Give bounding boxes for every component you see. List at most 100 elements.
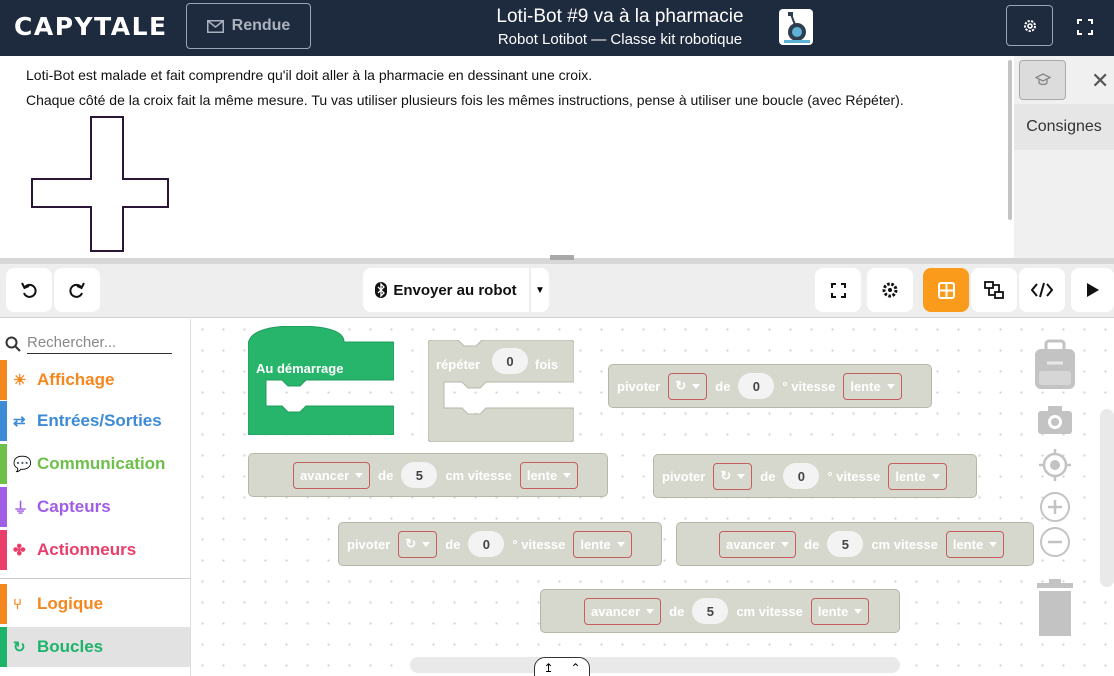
tab-consignes[interactable]: Consignes xyxy=(1014,104,1114,150)
move-forward-block[interactable]: avancer de 5 cm vitesse lente xyxy=(676,522,1034,566)
flow-view-button[interactable] xyxy=(971,268,1017,312)
move-direction-dropdown[interactable]: avancer xyxy=(584,597,662,625)
distance-input[interactable]: 5 xyxy=(827,531,864,557)
start-block-label: Au démarrage xyxy=(256,361,344,376)
move-direction-dropdown[interactable]: avancer xyxy=(719,530,797,558)
send-to-robot-button[interactable]: Envoyer au robot xyxy=(363,268,529,312)
speed-dropdown[interactable]: lente xyxy=(945,530,1005,558)
block-keyword: ° vitesse xyxy=(512,536,566,552)
rotate-icon: ↻ xyxy=(405,536,417,551)
angle-input[interactable]: 0 xyxy=(783,463,820,489)
block-keyword: cm vitesse xyxy=(736,603,803,619)
fullscreen-icon xyxy=(1077,19,1093,35)
speed-dropdown[interactable]: lente xyxy=(810,597,870,625)
fan-icon: ✤ xyxy=(13,542,26,559)
backpack-icon[interactable] xyxy=(1033,339,1077,391)
move-forward-block[interactable]: avancer de 5 cm vitesse lente xyxy=(540,589,900,633)
turn-block[interactable]: pivoter ↻ de 0 ° vitesse lente xyxy=(653,454,977,498)
direction-dropdown[interactable]: ↻ xyxy=(713,462,753,490)
block-keyword: cm vitesse xyxy=(445,467,512,483)
speed-value: lente xyxy=(526,467,558,483)
instruction-text-1: Loti-Bot est malade et fait comprendre q… xyxy=(26,67,593,83)
bluetooth-icon xyxy=(375,282,388,298)
repeat-count-input[interactable]: 0 xyxy=(492,348,528,374)
rendue-label: Rendue xyxy=(231,17,291,34)
workspace-vertical-scrollbar[interactable] xyxy=(1100,409,1114,587)
trash-icon[interactable] xyxy=(1035,579,1075,637)
category-color-bar xyxy=(0,487,7,527)
fullscreen-button[interactable] xyxy=(1068,10,1102,44)
angle-input[interactable]: 0 xyxy=(738,373,775,399)
speed-dropdown[interactable]: lente xyxy=(519,461,579,489)
repeat-block[interactable]: répéter 0 fois xyxy=(427,339,575,443)
undo-button[interactable] xyxy=(6,268,52,312)
search-input[interactable] xyxy=(27,334,172,354)
category-label: Boucles xyxy=(37,637,104,656)
direction-dropdown[interactable]: ↻ xyxy=(668,372,708,400)
graduation-cap-button[interactable] xyxy=(1019,60,1066,100)
zoom-in-icon[interactable] xyxy=(1039,491,1071,523)
lightbulb-icon: ☀ xyxy=(13,372,27,389)
speed-dropdown[interactable]: lente xyxy=(573,530,632,558)
settings-button[interactable] xyxy=(1006,5,1053,46)
block-keyword: de xyxy=(804,536,820,552)
distance-input[interactable]: 5 xyxy=(692,598,729,624)
robot-avatar-icon xyxy=(779,9,813,45)
redo-button[interactable] xyxy=(54,268,100,312)
angle-input[interactable]: 0 xyxy=(468,531,505,557)
instructions-pane: Loti-Bot est malade et fait comprendre q… xyxy=(0,56,1014,258)
direction-dropdown[interactable]: ↻ xyxy=(398,530,438,558)
gear-icon xyxy=(882,282,898,298)
activity-title: Loti-Bot #9 va à la pharmacie xyxy=(496,6,744,27)
editor-fullscreen-button[interactable] xyxy=(815,268,861,312)
chat-icon: 💬 xyxy=(13,456,32,473)
move-forward-block[interactable]: avancer de 5 cm vitesse lente xyxy=(248,453,608,497)
side-panel: ✕ Consignes xyxy=(1014,56,1114,258)
category-color-bar xyxy=(0,444,7,484)
distance-input[interactable]: 5 xyxy=(401,462,438,488)
console-toggle[interactable]: ↥ ⌃ xyxy=(534,657,590,676)
category-entrees-sorties[interactable]: ⇄ Entrées/Sorties xyxy=(0,401,190,441)
speed-dropdown[interactable]: lente xyxy=(843,372,902,400)
category-actionneurs[interactable]: ✤ Actionneurs xyxy=(0,530,190,570)
cross-diagram xyxy=(31,116,169,252)
caret-down-icon: ▼ xyxy=(535,284,545,296)
zoom-out-icon[interactable] xyxy=(1039,526,1071,558)
category-capteurs[interactable]: ⏚ Capteurs xyxy=(0,487,190,527)
speed-dropdown[interactable]: lente xyxy=(888,462,947,490)
code-view-button[interactable] xyxy=(1019,268,1065,312)
rendue-button[interactable]: Rendue xyxy=(186,3,311,49)
category-label: Actionneurs xyxy=(37,540,137,559)
category-logique[interactable]: ⑂ Logique xyxy=(0,584,190,624)
capytale-logo[interactable]: CAPYTALE xyxy=(14,12,168,41)
block-keyword: ° vitesse xyxy=(827,468,881,484)
plug-icon: ⏚ xyxy=(13,499,29,517)
run-button[interactable] xyxy=(1071,268,1114,312)
splitter-handle[interactable] xyxy=(550,255,574,260)
block-keyword: de xyxy=(715,378,731,394)
speed-value: lente xyxy=(895,468,926,484)
turn-block[interactable]: pivoter ↻ de 0 ° vitesse lente xyxy=(338,522,662,566)
category-communication[interactable]: 💬 Communication xyxy=(0,444,190,484)
camera-icon[interactable] xyxy=(1037,405,1073,435)
instructions-scrollbar[interactable] xyxy=(1008,60,1012,220)
blocks-view-button[interactable] xyxy=(923,268,969,312)
editor-toolbar: Envoyer au robot ▼ xyxy=(0,264,1114,318)
search-icon xyxy=(5,336,21,352)
move-direction-value: avancer xyxy=(591,603,641,619)
send-options-dropdown[interactable]: ▼ xyxy=(531,268,549,312)
category-affichage[interactable]: ☀ Affichage xyxy=(0,360,190,400)
category-boucles[interactable]: ↻ Boucles xyxy=(0,627,190,667)
blocks-workspace[interactable]: Au démarrage répéter 0 fois pivoter ↻ de… xyxy=(192,319,1114,676)
turn-block[interactable]: pivoter ↻ de 0 ° vitesse lente xyxy=(608,364,932,408)
move-direction-dropdown[interactable]: avancer xyxy=(293,461,371,489)
recenter-icon[interactable] xyxy=(1039,449,1071,481)
workspace-horizontal-scrollbar[interactable] xyxy=(410,657,900,673)
arrows-icon: ⇄ xyxy=(13,413,26,430)
block-keyword: de xyxy=(669,603,685,619)
editor-settings-button[interactable] xyxy=(867,268,913,312)
block-keyword: de xyxy=(378,467,394,483)
activity-subtitle: Robot Lotibot — Classe kit robotique xyxy=(497,31,743,48)
start-block[interactable]: Au démarrage xyxy=(247,325,395,436)
close-icon[interactable]: ✕ xyxy=(1091,68,1109,94)
